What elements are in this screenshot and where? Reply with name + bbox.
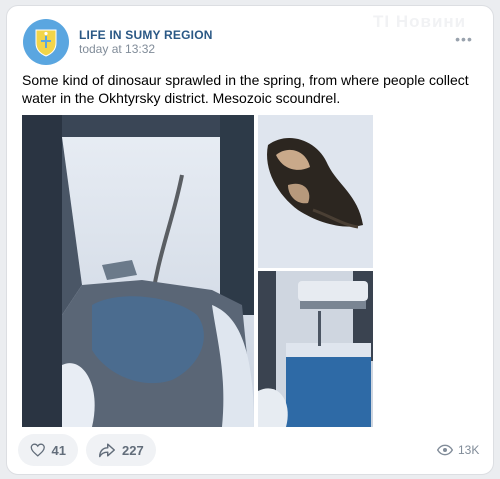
community-avatar[interactable]	[23, 19, 69, 65]
coat-of-arms-icon	[35, 29, 57, 57]
share-arrow-icon	[98, 443, 115, 458]
heart-icon	[30, 443, 45, 457]
more-options-button[interactable]: •••	[452, 32, 476, 46]
watermark: TI Новини	[373, 12, 467, 31]
eye-icon	[437, 444, 453, 456]
like-count: 41	[51, 442, 66, 458]
like-button[interactable]: 41	[18, 434, 78, 466]
post-photo-main[interactable]	[22, 115, 254, 427]
share-count: 227	[122, 442, 144, 458]
post-card: TI Новини LIFE IN SUMY REGION today at 1…	[6, 5, 494, 475]
post-photo-2[interactable]	[258, 115, 373, 268]
views-counter: 13K	[437, 443, 479, 457]
post-time[interactable]: today at 13:32	[79, 42, 155, 56]
share-button[interactable]: 227	[86, 434, 156, 466]
post-photo-3[interactable]	[258, 271, 373, 427]
post-text: Some kind of dinosaur sprawled in the sp…	[22, 72, 469, 106]
views-count: 13K	[458, 443, 480, 457]
community-name[interactable]: LIFE IN SUMY REGION	[79, 28, 213, 42]
